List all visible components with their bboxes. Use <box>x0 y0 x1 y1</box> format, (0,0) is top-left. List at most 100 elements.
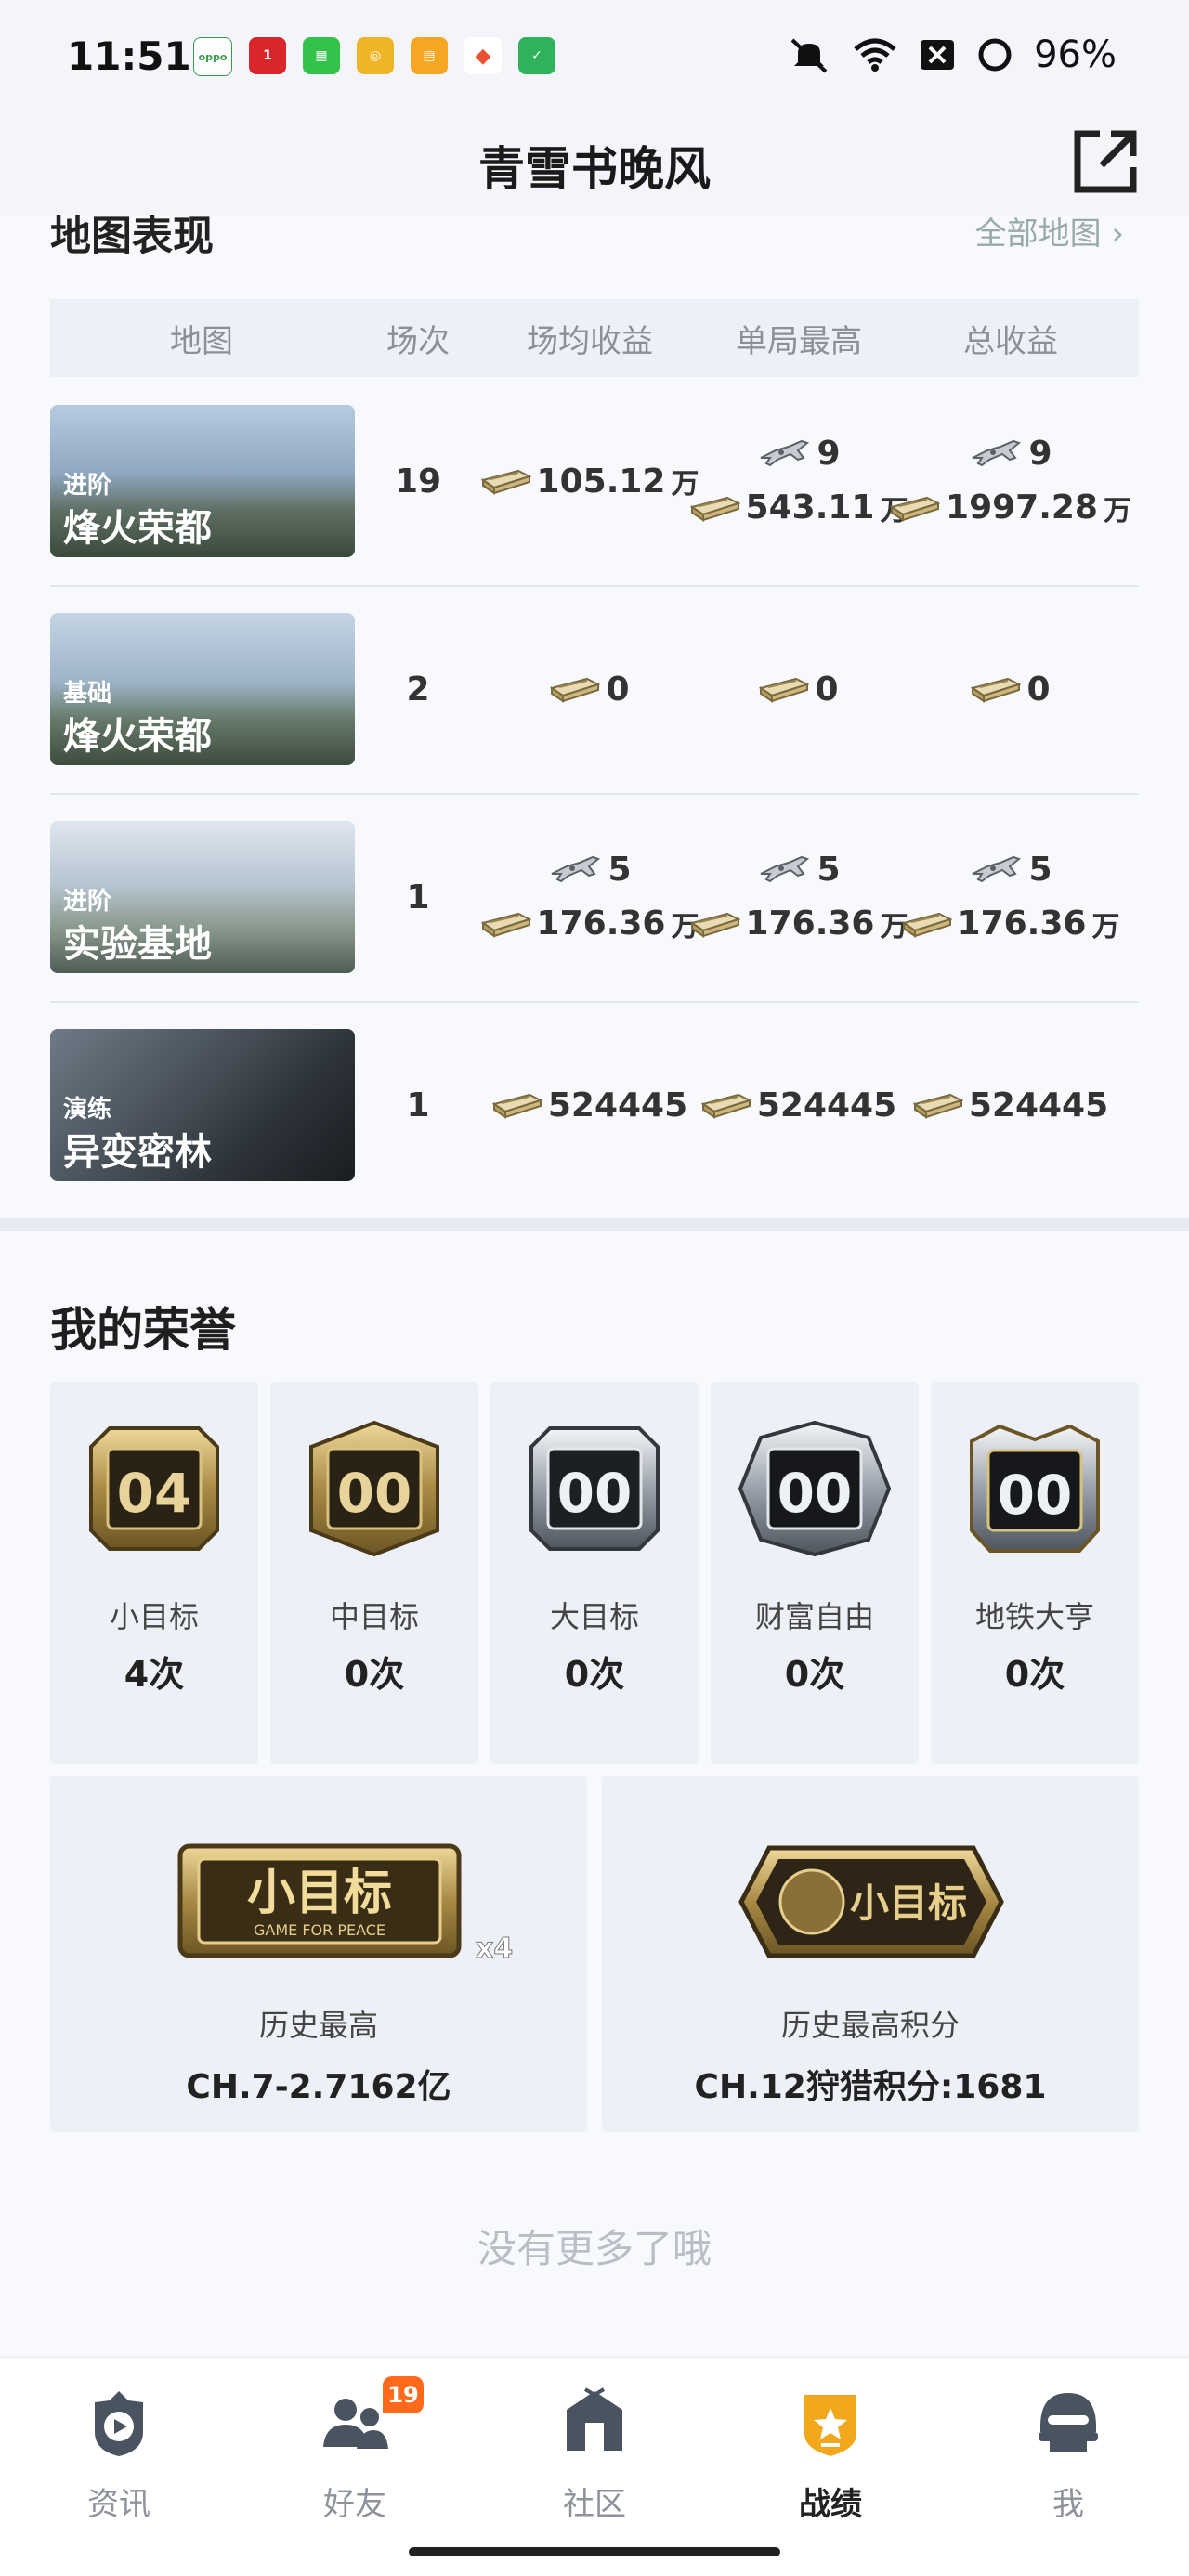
column-header: 地图 <box>170 322 233 360</box>
target-app-icon: ◎ <box>357 37 394 74</box>
best-earnings: 9 543.11万 <box>697 435 908 528</box>
map-mode: 进阶 <box>63 888 112 916</box>
aircraft-icon <box>757 437 811 469</box>
avg-earnings: 524445 <box>483 1086 697 1125</box>
end-of-list-text: 没有更多了哦 <box>477 2226 712 2271</box>
table-row[interactable]: 演练 异变密林 1 524445 524445 524445 <box>50 1001 1139 1209</box>
aircraft-icon <box>969 853 1023 885</box>
friends-icon <box>323 2399 388 2449</box>
record-icon <box>804 2395 856 2456</box>
cash-icon <box>481 910 531 938</box>
map-thumbnail: 基础 烽火荣都 <box>50 613 355 765</box>
home-indicator[interactable] <box>409 2547 780 2556</box>
nav-label: 资讯 <box>87 2486 150 2523</box>
news-icon <box>95 2391 143 2456</box>
green-app-icon: ▦ <box>303 37 340 74</box>
section-divider <box>0 1218 1189 1231</box>
share-button[interactable] <box>1068 124 1143 199</box>
cash-icon <box>971 675 1021 703</box>
aircraft-icon <box>969 437 1023 469</box>
gold-badge-icon: 00 <box>309 1420 439 1557</box>
game-app-icon: ◆ <box>464 37 502 74</box>
oppo-app-icon: oppo <box>193 37 232 76</box>
hunting-plaque-icon: 小目标 <box>738 1845 1004 1958</box>
crown-badge-icon: 00 <box>970 1424 1100 1553</box>
total-earnings: 524445 <box>901 1086 1120 1125</box>
status-bar: 11:51 oppo 1 ▦ ◎ ▤ ◆ ✓ 96% <box>0 0 1189 111</box>
map-mode: 演练 <box>63 1096 112 1124</box>
badge-count: 0次 <box>1004 1654 1065 1695</box>
map-name: 烽火荣都 <box>63 715 212 758</box>
nav-item-record[interactable]: 战绩 <box>747 2376 914 2534</box>
page-title: 青雪书晚风 <box>478 142 711 196</box>
map-mode: 进阶 <box>63 472 112 500</box>
table-row[interactable]: 基础 烽火荣都 2 0 0 0 <box>50 585 1139 795</box>
honor-badge-card[interactable]: 00 大目标 0次 <box>490 1382 699 1764</box>
all-maps-link[interactable]: 全部地图 › <box>975 215 1124 254</box>
honor-badge-card[interactable]: 00 中目标 0次 <box>270 1382 478 1764</box>
small-goal-plaque-icon: 小目标 GAME FOR PEACE x4 <box>177 1843 514 1966</box>
honor-badge-card[interactable]: 04 小目标 4次 <box>50 1382 258 1764</box>
app-header: 青雪书晚风 <box>0 111 1189 215</box>
no-sim-icon <box>921 40 955 70</box>
games-count: 1 <box>406 878 430 917</box>
games-count: 2 <box>406 670 430 709</box>
status-time: 11:51 <box>67 33 191 79</box>
battery-level: 96% <box>1034 33 1117 76</box>
cash-icon <box>481 467 531 495</box>
best-earnings: 0 <box>697 670 901 709</box>
map-name: 异变密林 <box>63 1131 212 1174</box>
badge-count: 0次 <box>564 1654 625 1695</box>
community-icon <box>567 2387 622 2451</box>
best-earnings: 5 176.36 万 <box>697 851 908 944</box>
column-header: 场次 <box>386 322 450 360</box>
status-right: 96% <box>787 33 1117 76</box>
badge-count: 0次 <box>344 1654 405 1695</box>
badge-label: 大目标 <box>549 1599 639 1634</box>
badge-label: 小目标 <box>109 1599 199 1634</box>
share-icon <box>1074 130 1137 193</box>
nav-label: 战绩 <box>799 2486 862 2523</box>
nav-item-friends[interactable]: 19 好友 <box>271 2376 438 2534</box>
column-header: 场均收益 <box>527 322 653 360</box>
gold-badge-icon: 04 <box>89 1426 219 1551</box>
diamond-badge-icon: 00 <box>738 1420 892 1557</box>
svg-text:小目标: 小目标 <box>850 1880 967 1926</box>
nav-item-profile[interactable]: 我 <box>985 2376 1152 2534</box>
nav-item-community[interactable]: 社区 <box>511 2376 678 2534</box>
svg-text:00: 00 <box>998 1464 1073 1527</box>
honor-badge-card[interactable]: 00 地铁大亨 0次 <box>931 1382 1139 1764</box>
silver-badge-icon: 00 <box>529 1426 660 1551</box>
section-title: 我的荣誉 <box>50 1303 236 1357</box>
table-header: 地图 场次 场均收益 单局最高 总收益 <box>50 299 1139 377</box>
column-header: 单局最高 <box>736 322 862 360</box>
table-row[interactable]: 进阶 实验基地 1 5 176.36 万 5 176.36 万 5 176.36 万 <box>50 793 1139 1003</box>
games-count: 19 <box>394 462 442 501</box>
map-thumbnail: 演练 异变密林 <box>50 1029 355 1181</box>
nav-label: 我 <box>1052 2486 1084 2523</box>
table-row[interactable]: 进阶 烽火荣都 19 105.12万 9 543.11万 9 1997.28万 <box>50 377 1139 587</box>
cash-icon <box>690 910 740 938</box>
honors-section: 我的荣誉 04 小目标 4次 00 中目标 0次 00 大目标 0次 00 财富… <box>0 1231 1189 2355</box>
history-label: 历史最高 <box>258 2008 378 2043</box>
svg-text:04: 04 <box>117 1462 192 1525</box>
history-value: CH.12狩猎积分:1681 <box>694 2068 1047 2106</box>
shield-app-icon: ✓ <box>518 37 555 74</box>
map-name: 实验基地 <box>63 923 212 966</box>
svg-text:x4: x4 <box>476 1932 513 1965</box>
nav-label: 社区 <box>563 2486 626 2523</box>
cash-icon <box>492 1091 542 1119</box>
badge-label: 中目标 <box>329 1599 419 1634</box>
history-best-card[interactable]: 小目标 GAME FOR PEACE x4 历史最高 CH.7-2.7162亿 <box>50 1776 587 2132</box>
avg-earnings: 5 176.36 万 <box>481 851 699 944</box>
avg-earnings: 105.12 万 <box>481 461 699 501</box>
aircraft-icon <box>757 853 811 885</box>
total-earnings: 0 <box>901 670 1120 709</box>
cash-icon <box>902 910 952 938</box>
red-app-icon: 1 <box>249 37 286 74</box>
history-score-card[interactable]: 小目标 历史最高积分 CH.12狩猎积分:1681 <box>602 1776 1139 2132</box>
nav-item-news[interactable]: 资讯 <box>35 2376 203 2534</box>
history-value: CH.7-2.7162亿 <box>186 2068 451 2106</box>
book-app-icon: ▤ <box>411 37 448 74</box>
honor-badge-card[interactable]: 00 财富自由 0次 <box>711 1382 919 1764</box>
